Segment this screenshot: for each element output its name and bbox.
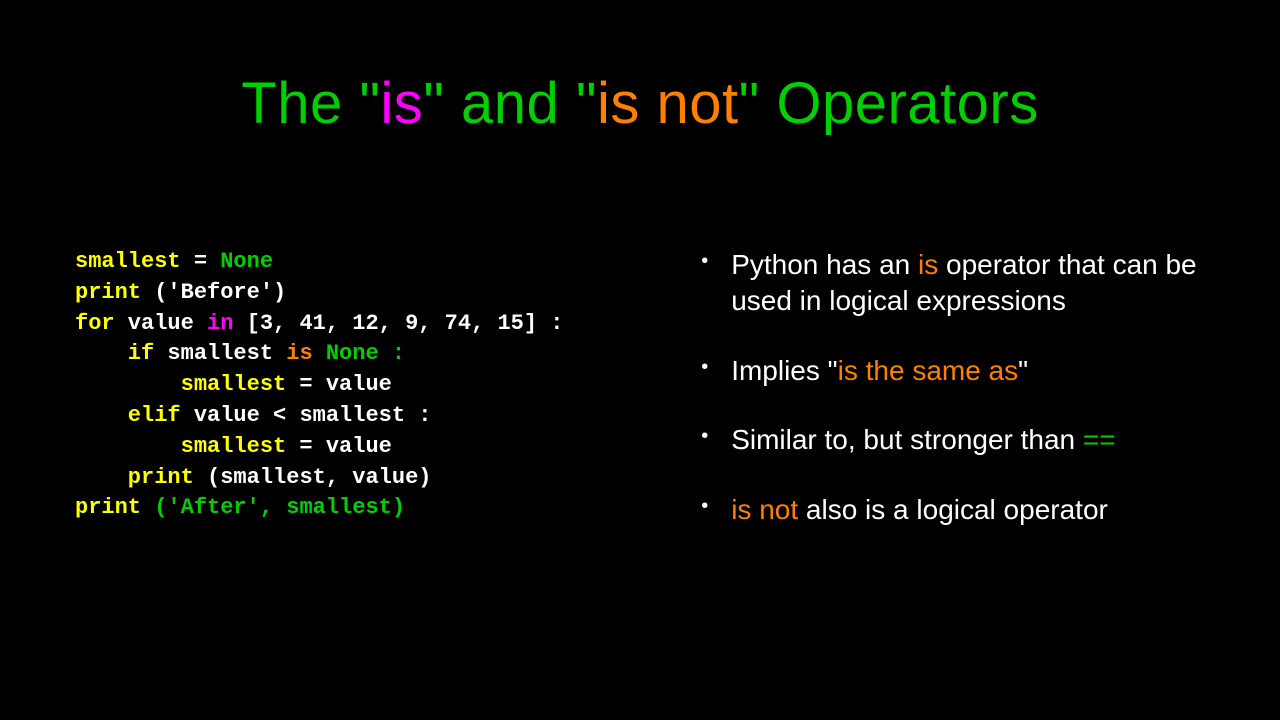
code-token: for xyxy=(75,311,115,336)
code-token: smallest xyxy=(75,434,286,459)
bullet-keyword-eq: == xyxy=(1083,424,1116,455)
bullet-item: Python has an is operator that can be us… xyxy=(701,247,1225,319)
code-token: [3, 41, 12, 9, 74, 15] : xyxy=(233,311,563,336)
slide-title: The "is" and "is not" Operators xyxy=(0,0,1280,137)
code-block: smallest = None print ('Before') for val… xyxy=(75,247,691,524)
title-is: is xyxy=(380,71,423,136)
bullet-item: Similar to, but stronger than == xyxy=(701,422,1225,458)
bullet-keyword-same-as: is the same as xyxy=(838,355,1019,386)
bullet-list: Python has an is operator that can be us… xyxy=(701,247,1225,528)
code-token: = value xyxy=(286,372,392,397)
bullet-keyword-is-not: is not xyxy=(731,494,798,525)
code-token: None xyxy=(220,249,273,274)
code-token: value xyxy=(115,311,207,336)
bullet-item: Implies "is the same as" xyxy=(701,353,1225,389)
bullet-text: Implies " xyxy=(731,355,837,386)
code-token: value < smallest : xyxy=(181,403,432,428)
code-token: ('After', smallest) xyxy=(141,495,405,520)
code-token: if xyxy=(75,341,154,366)
bullet-text: also is a logical operator xyxy=(798,494,1108,525)
code-column: smallest = None print ('Before') for val… xyxy=(0,247,691,562)
title-text-1: The " xyxy=(241,71,380,136)
code-token: smallest xyxy=(154,341,286,366)
title-text-2: " and " xyxy=(423,71,597,136)
code-token: elif xyxy=(75,403,181,428)
slide-body: smallest = None print ('Before') for val… xyxy=(0,247,1280,562)
bullet-keyword-is: is xyxy=(918,249,938,280)
title-text-3: " Operators xyxy=(739,71,1039,136)
code-token: in xyxy=(207,311,233,336)
code-token: print xyxy=(75,280,141,305)
code-token: None : xyxy=(313,341,405,366)
code-token: ('Before') xyxy=(141,280,286,305)
code-token: smallest xyxy=(75,372,286,397)
bullet-text: Similar to, but stronger than xyxy=(731,424,1083,455)
title-is-not: is not xyxy=(597,71,739,136)
bullet-text: " xyxy=(1018,355,1028,386)
code-token: smallest xyxy=(75,249,181,274)
code-token: is xyxy=(286,341,312,366)
slide: The "is" and "is not" Operators smallest… xyxy=(0,0,1280,720)
code-token: = value xyxy=(286,434,392,459)
code-token: print xyxy=(75,465,194,490)
bullet-item: is not also is a logical operator xyxy=(701,492,1225,528)
bullet-column: Python has an is operator that can be us… xyxy=(691,247,1280,562)
code-token: print xyxy=(75,495,141,520)
bullet-text: Python has an xyxy=(731,249,918,280)
code-token: (smallest, value) xyxy=(194,465,432,490)
code-token: = xyxy=(181,249,221,274)
